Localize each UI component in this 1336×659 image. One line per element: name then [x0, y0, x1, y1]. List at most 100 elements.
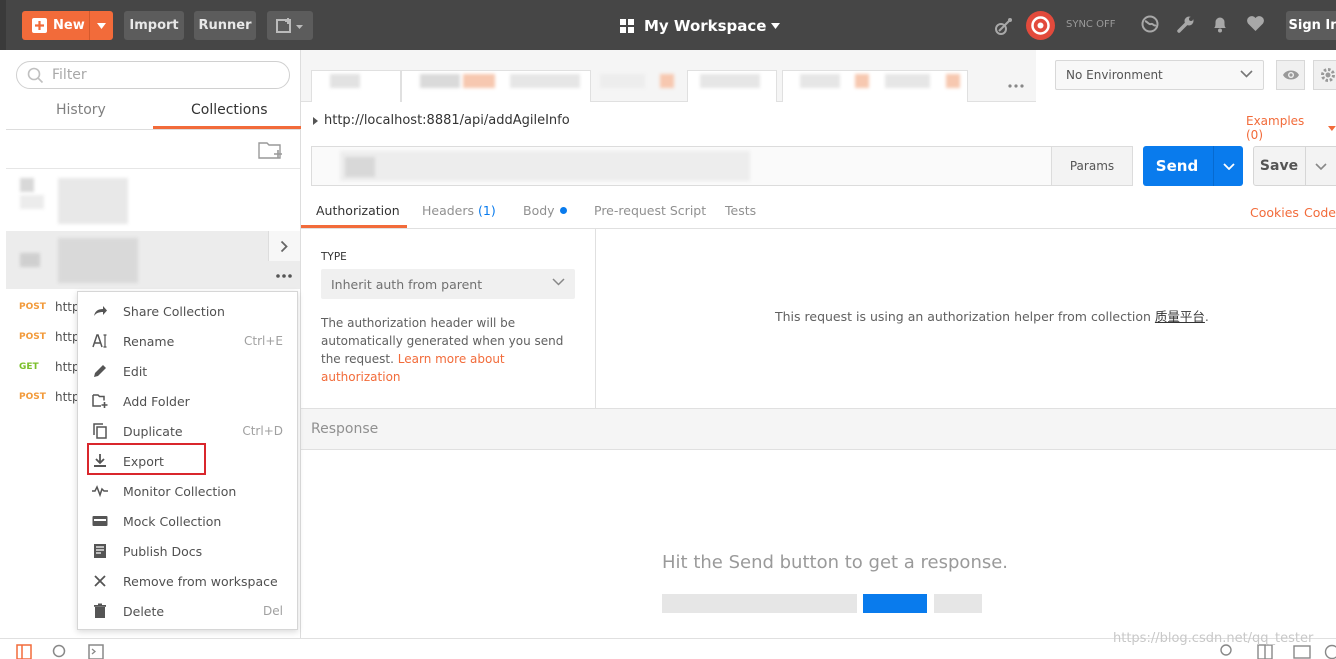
- tab-body[interactable]: Body: [523, 203, 567, 218]
- menu-item-shortcut: Ctrl+E: [244, 334, 283, 348]
- workspace-switcher[interactable]: My Workspace: [620, 16, 780, 36]
- watermark: https://blog.csdn.net/qq_tester: [1113, 631, 1313, 646]
- menu-item-edit[interactable]: Edit: [78, 356, 297, 386]
- keyboard-icon[interactable]: [1293, 644, 1311, 659]
- tab-history[interactable]: History: [56, 102, 106, 118]
- divider: [6, 168, 300, 169]
- globe-icon[interactable]: [1141, 15, 1159, 33]
- tab-headers[interactable]: Headers (1): [422, 203, 496, 218]
- auth-type-select[interactable]: Inherit auth from parent: [321, 269, 575, 299]
- new-window-button[interactable]: [267, 11, 313, 40]
- auth-message-suffix: .: [1205, 309, 1209, 324]
- eye-icon: [1282, 69, 1300, 81]
- send-button[interactable]: Send: [1143, 146, 1243, 186]
- new-button[interactable]: New: [22, 11, 113, 40]
- highlight-box: [87, 443, 206, 475]
- environment-quick-look-button[interactable]: [1276, 60, 1305, 90]
- collection-expand-button[interactable]: [268, 231, 300, 261]
- auth-message-text: This request is using an authorization h…: [775, 309, 1151, 324]
- save-button[interactable]: Save: [1253, 146, 1336, 186]
- mock-icon: [92, 513, 108, 529]
- two-pane-icon[interactable]: [1257, 644, 1273, 659]
- top-bar: New Import Runner My Workspace SYNC OFF …: [0, 0, 1336, 50]
- params-button[interactable]: Params: [1051, 146, 1133, 186]
- menu-item-duplicate[interactable]: Duplicate Ctrl+D: [78, 416, 297, 446]
- menu-item-mock-collection[interactable]: Mock Collection: [78, 506, 297, 536]
- collection-context-menu: Share Collection Rename Ctrl+E Edit Add …: [77, 291, 298, 630]
- sync-status-icon[interactable]: [1026, 11, 1055, 40]
- plus-icon: [32, 18, 47, 33]
- duplicate-icon: [92, 423, 108, 439]
- new-dropdown-button[interactable]: [89, 11, 113, 40]
- request-name: http: [55, 360, 80, 374]
- environment-select[interactable]: No Environment: [1055, 60, 1264, 90]
- redacted-content: [420, 74, 460, 88]
- wrench-icon[interactable]: [1176, 15, 1195, 34]
- request-name: http: [55, 300, 80, 314]
- redacted-content: [600, 74, 645, 88]
- chevron-down-icon: [1240, 70, 1253, 78]
- import-button[interactable]: Import: [124, 11, 184, 40]
- gear-icon: [1320, 67, 1336, 83]
- sidebar-toggle-icon[interactable]: [16, 644, 32, 659]
- search-icon[interactable]: [52, 644, 68, 659]
- heart-icon[interactable]: [1246, 15, 1265, 32]
- redacted-content: [345, 157, 375, 177]
- menu-item-delete[interactable]: Delete Del: [78, 596, 297, 626]
- method-badge: POST: [19, 332, 55, 342]
- menu-item-label: Add Folder: [123, 394, 190, 409]
- request-url-breadcrumb[interactable]: http://localhost:8881/api/addAgileInfo: [313, 113, 570, 128]
- sign-in-button[interactable]: Sign In: [1286, 11, 1336, 40]
- send-dropdown-button[interactable]: [1213, 146, 1243, 186]
- collection-more-button[interactable]: [268, 262, 300, 289]
- menu-item-add-folder[interactable]: Add Folder: [78, 386, 297, 416]
- collection-name-link[interactable]: 质量平台: [1155, 309, 1205, 324]
- request-item[interactable]: GET http: [19, 357, 80, 377]
- menu-item-publish-docs[interactable]: Publish Docs: [78, 536, 297, 566]
- response-header: [301, 408, 1336, 450]
- bell-icon[interactable]: [1212, 15, 1228, 33]
- redacted-content: [700, 74, 760, 88]
- search-icon: [27, 67, 44, 84]
- menu-item-label: Monitor Collection: [123, 484, 236, 499]
- filter-input[interactable]: Filter: [16, 61, 290, 89]
- environment-settings-button[interactable]: [1313, 60, 1336, 90]
- tab-collections[interactable]: Collections: [191, 102, 268, 118]
- new-collection-icon[interactable]: [258, 140, 284, 160]
- console-icon[interactable]: [88, 644, 104, 659]
- help-icon[interactable]: [1324, 644, 1336, 659]
- request-item[interactable]: POST http: [19, 297, 80, 317]
- chevron-down-icon: [1223, 163, 1235, 170]
- request-item[interactable]: POST http: [19, 327, 80, 347]
- save-dropdown-button[interactable]: [1305, 147, 1335, 185]
- auth-helper-message: This request is using an authorization h…: [775, 306, 1209, 325]
- code-link[interactable]: Code: [1304, 205, 1336, 220]
- menu-item-share-collection[interactable]: Share Collection: [78, 296, 297, 326]
- redacted-content: [330, 74, 360, 88]
- menu-item-monitor-collection[interactable]: Monitor Collection: [78, 476, 297, 506]
- examples-dropdown[interactable]: Examples (0): [1246, 114, 1336, 142]
- menu-item-shortcut: Ctrl+D: [242, 424, 283, 438]
- request-name: http: [55, 390, 80, 404]
- menu-item-rename[interactable]: Rename Ctrl+E: [78, 326, 297, 356]
- bulb-icon[interactable]: [1220, 644, 1232, 659]
- tab-authorization[interactable]: Authorization: [316, 203, 400, 218]
- request-item[interactable]: POST http: [19, 387, 80, 407]
- tab-tests[interactable]: Tests: [725, 203, 756, 218]
- runner-button[interactable]: Runner: [194, 11, 256, 40]
- remove-icon: [92, 573, 108, 589]
- tabs-more-button[interactable]: [1001, 72, 1031, 100]
- collection-row[interactable]: [6, 231, 300, 289]
- body-indicator-dot: [560, 207, 567, 214]
- caret-down-icon: [1328, 126, 1336, 131]
- chevron-right-icon: [280, 240, 289, 253]
- placeholder-bar: [934, 594, 982, 613]
- menu-item-label: Duplicate: [123, 424, 183, 439]
- response-empty-hint: Hit the Send button to get a response.: [662, 552, 1008, 573]
- tab-pre-request-script[interactable]: Pre-request Script: [594, 203, 706, 218]
- cookies-link[interactable]: Cookies: [1250, 205, 1299, 220]
- redacted-content: [20, 178, 34, 192]
- menu-item-remove-from-workspace[interactable]: Remove from workspace: [78, 566, 297, 596]
- redacted-content: [463, 74, 495, 88]
- satellite-icon[interactable]: [995, 15, 1015, 35]
